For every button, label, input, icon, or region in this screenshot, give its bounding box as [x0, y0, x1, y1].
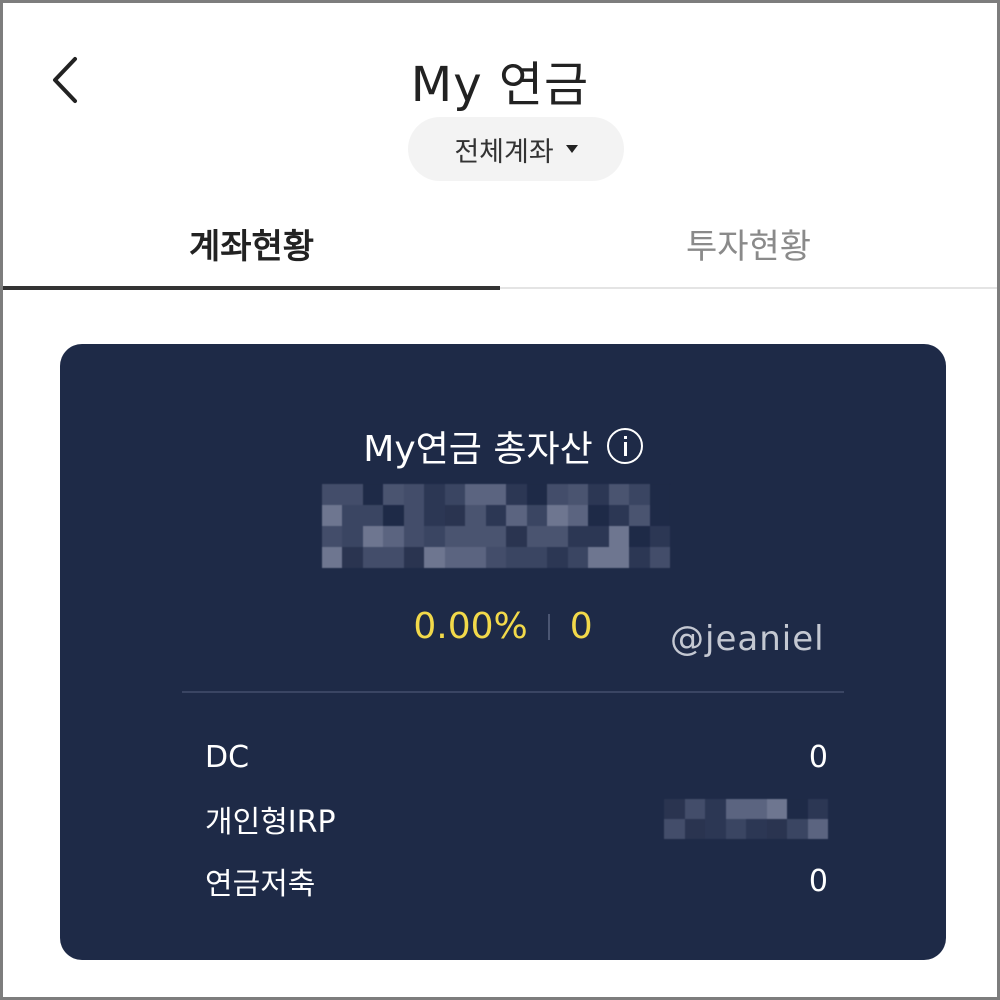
- tab-bar: 계좌현황 투자현황: [3, 199, 997, 291]
- tab-account-status[interactable]: 계좌현황: [3, 199, 500, 287]
- account-value-masked: [664, 799, 828, 839]
- caret-down-icon: [565, 145, 578, 153]
- account-value: 0: [808, 863, 828, 899]
- account-row-dc[interactable]: DC 0: [205, 737, 828, 777]
- tab-investment-status[interactable]: 투자현황: [500, 199, 997, 287]
- account-filter-label: 전체계좌: [454, 136, 554, 168]
- account-name: DC: [205, 739, 250, 775]
- pension-summary-card: My연금 총자산 0.00% 0 @jeaniel DC 0 개인형IRP 연금…: [60, 344, 946, 960]
- page-title: My 연금: [410, 57, 590, 113]
- account-filter-dropdown[interactable]: 전체계좌: [408, 117, 624, 181]
- watermark: @jeaniel: [670, 619, 825, 659]
- app-screen: My 연금 전체계좌 계좌현황 투자현황 My연금 총자산 0.00% 0 @j…: [0, 0, 1000, 1000]
- total-assets-heading: My연금 총자산: [60, 420, 946, 472]
- account-name: 개인형IRP: [205, 805, 336, 840]
- active-tab-indicator: [3, 286, 500, 290]
- account-name: 연금저축: [205, 867, 316, 902]
- account-value: 0: [808, 739, 828, 775]
- account-row-pension-savings[interactable]: 연금저축 0: [205, 861, 828, 903]
- total-amount-masked: [322, 484, 670, 568]
- info-icon[interactable]: [606, 428, 643, 464]
- card-divider: [182, 691, 844, 693]
- total-assets-label: My연금 총자산: [363, 429, 593, 470]
- account-row-irp[interactable]: 개인형IRP: [205, 799, 828, 840]
- return-separator: [547, 613, 550, 640]
- profit-amount: 0: [569, 606, 593, 647]
- return-rate: 0.00%: [413, 606, 528, 647]
